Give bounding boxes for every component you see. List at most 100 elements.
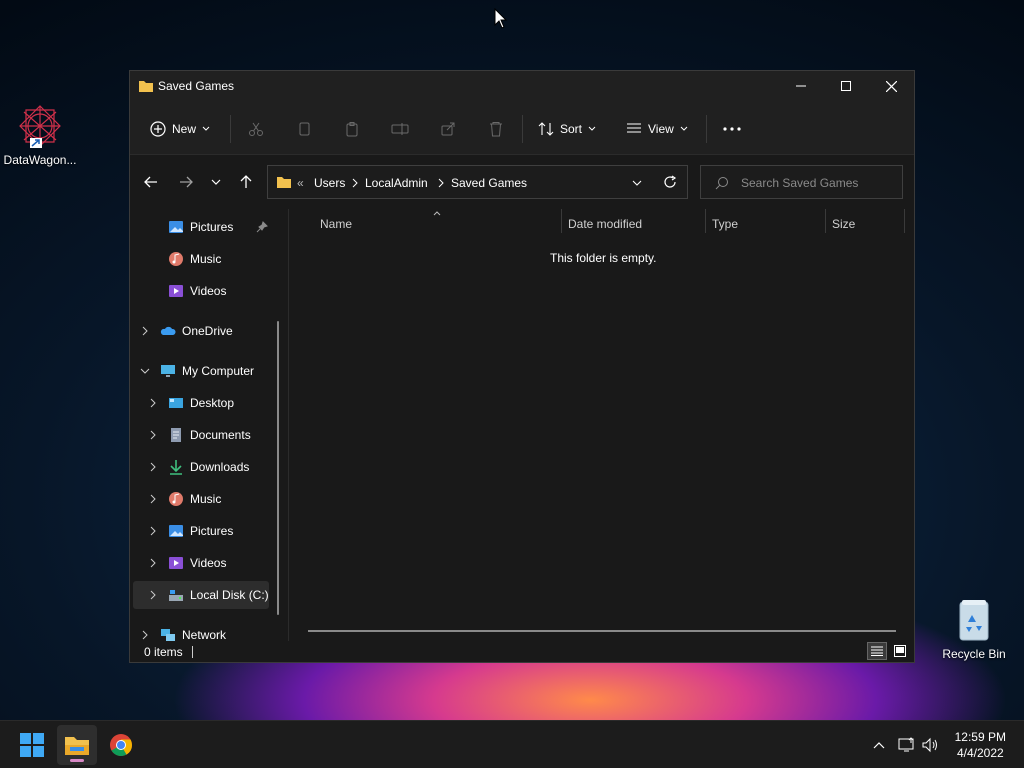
column-divider[interactable] [825, 209, 826, 233]
close-button[interactable] [868, 71, 914, 101]
sidebar-item-videos[interactable]: Videos [130, 549, 280, 577]
back-button[interactable] [139, 171, 163, 193]
desktop-icon-recycle-bin[interactable]: Recycle Bin [934, 598, 1014, 661]
sidebar-item-downloads[interactable]: Downloads [130, 453, 280, 481]
column-header-type[interactable]: Type [712, 217, 738, 231]
search-icon [715, 177, 728, 190]
chevron-down-icon[interactable] [632, 180, 642, 186]
minimize-button[interactable] [778, 71, 824, 101]
sort-icon [538, 122, 554, 136]
share-button[interactable] [436, 117, 460, 141]
file-explorer-icon [65, 737, 89, 755]
sidebar-item-music-quick[interactable]: Music [130, 245, 280, 273]
title-bar[interactable]: Saved Games [130, 71, 914, 103]
taskbar-chrome[interactable] [101, 725, 141, 765]
new-label: New [172, 122, 197, 136]
column-divider[interactable] [904, 209, 905, 233]
chevron-right-icon[interactable] [140, 326, 150, 336]
chevron-right-icon[interactable] [148, 590, 158, 600]
chevron-down-icon[interactable] [140, 366, 150, 376]
file-list: Name Date modified Type Size This folder… [290, 209, 914, 641]
maximize-button[interactable] [823, 71, 869, 101]
datawagon-app-icon [19, 105, 61, 148]
volume-button[interactable] [921, 735, 941, 755]
breadcrumb-users[interactable]: Users [314, 176, 345, 190]
sort-button[interactable]: Sort [538, 115, 596, 143]
pane-splitter[interactable] [288, 209, 289, 641]
arrow-up-icon [240, 175, 252, 188]
view-button[interactable]: View [626, 115, 688, 143]
chevron-down-icon [211, 179, 221, 185]
clock-date: 4/4/2022 [956, 746, 1004, 760]
file-explorer-window: Saved Games New Sort View « Users LocalA… [129, 70, 915, 663]
sidebar-item-pictures-quick[interactable]: Pictures [130, 213, 280, 241]
sidebar-item-onedrive[interactable]: OneDrive [130, 317, 280, 345]
show-hidden-icons-button[interactable] [869, 735, 889, 755]
sidebar-item-desktop[interactable]: Desktop [130, 389, 280, 417]
chevron-right-icon[interactable] [148, 526, 158, 536]
breadcrumb-saved-games[interactable]: Saved Games [451, 176, 527, 190]
sidebar-item-label: Local Disk (C:) [190, 588, 269, 602]
chevron-down-icon [588, 126, 596, 131]
sidebar-item-label: Documents [190, 428, 251, 442]
taskbar-file-explorer[interactable] [57, 725, 97, 765]
start-icon [20, 733, 44, 757]
desktop-icon-datawagon[interactable]: DataWagon... [0, 104, 80, 167]
chevron-right-icon[interactable] [438, 178, 444, 188]
sidebar-item-network[interactable]: Network [130, 621, 280, 641]
sidebar-item-pictures[interactable]: Pictures [130, 517, 280, 545]
recent-locations-button[interactable] [204, 171, 228, 193]
sort-label: Sort [560, 122, 583, 136]
network-icon [161, 629, 175, 641]
chevron-right-icon[interactable] [148, 494, 158, 504]
address-bar[interactable]: « Users LocalAdmin Saved Games [267, 165, 688, 199]
rename-icon [391, 123, 409, 135]
sidebar-item-my-computer[interactable]: My Computer [130, 357, 280, 385]
sidebar-item-music[interactable]: Music [130, 485, 280, 513]
videos-icon [169, 285, 183, 297]
network-status-button[interactable] [897, 735, 917, 755]
active-app-indicator [70, 759, 84, 762]
sidebar-scrollbar[interactable] [277, 321, 279, 615]
chevron-right-icon[interactable] [148, 462, 158, 472]
search-box[interactable]: Search Saved Games [700, 165, 903, 199]
new-button[interactable]: New [150, 115, 210, 143]
desktop-icon-label: DataWagon... [3, 153, 77, 167]
delete-button[interactable] [484, 117, 508, 141]
paste-button[interactable] [340, 117, 364, 141]
cut-button[interactable] [244, 117, 268, 141]
tiles-view-button[interactable] [890, 642, 910, 660]
copy-button[interactable] [292, 117, 316, 141]
folder-icon [139, 81, 153, 92]
column-header-size[interactable]: Size [832, 217, 855, 231]
music-icon [169, 252, 183, 266]
refresh-icon[interactable] [663, 175, 677, 189]
chevron-right-icon[interactable] [148, 398, 158, 408]
item-count: 0 items [144, 645, 183, 659]
breadcrumb-overflow[interactable]: « [297, 176, 304, 190]
chevron-down-icon [680, 126, 688, 131]
forward-button[interactable] [174, 171, 198, 193]
clock[interactable]: 12:59 PM 4/4/2022 [955, 729, 1006, 761]
column-header-date-modified[interactable]: Date modified [568, 217, 642, 231]
up-button[interactable] [234, 171, 258, 193]
more-options-button[interactable] [720, 117, 744, 141]
details-view-button[interactable] [867, 642, 887, 660]
chevron-right-icon[interactable] [140, 630, 150, 640]
sidebar-item-documents[interactable]: Documents [130, 421, 280, 449]
column-divider[interactable] [561, 209, 562, 233]
start-button[interactable] [12, 725, 52, 765]
chevron-right-icon[interactable] [352, 178, 358, 188]
horizontal-scrollbar[interactable] [308, 630, 896, 632]
breadcrumb-localadmin[interactable]: LocalAdmin [365, 176, 428, 190]
sidebar-item-label: Videos [190, 284, 227, 298]
sidebar-item-videos-quick[interactable]: Videos [130, 277, 280, 305]
navigation-pane: Pictures Music Videos OneDrive My Comput… [130, 209, 288, 641]
chevron-right-icon[interactable] [148, 558, 158, 568]
column-header-name[interactable]: Name [320, 217, 352, 231]
column-divider[interactable] [705, 209, 706, 233]
sidebar-item-local-disk[interactable]: Local Disk (C:) [133, 581, 269, 609]
pin-icon [256, 221, 268, 233]
rename-button[interactable] [388, 117, 412, 141]
chevron-right-icon[interactable] [148, 430, 158, 440]
